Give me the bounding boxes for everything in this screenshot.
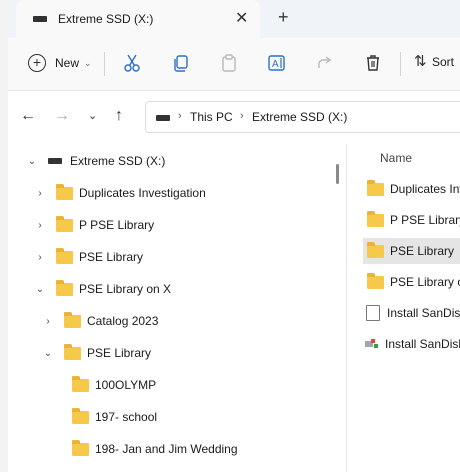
tree-item-pse-library-nested[interactable]: ⌄ PSE Library <box>40 339 151 367</box>
forward-arrow-icon[interactable]: → <box>54 107 70 125</box>
file-item-label: Install SanDisk <box>385 337 460 351</box>
tree-item-label: PSE Library <box>87 346 152 360</box>
tree-item-pse-library-on-x[interactable]: ⌄ PSE Library on X <box>32 275 171 303</box>
background-window-edge <box>0 0 8 472</box>
folder-icon <box>72 375 89 392</box>
drive-icon <box>156 115 170 121</box>
chevron-right-icon[interactable]: › <box>32 188 48 199</box>
tree-item-label: P PSE Library <box>79 218 155 232</box>
file-list-pane: Name Duplicates Inv P PSE Library PSE Li… <box>347 144 460 472</box>
file-item-label: PSE Library <box>390 244 455 258</box>
new-button[interactable]: + New ⌄ <box>28 52 92 74</box>
file-item-label: PSE Library or <box>390 275 460 289</box>
tree-item-pse-library[interactable]: › PSE Library <box>32 243 143 271</box>
back-arrow-icon[interactable]: ← <box>20 107 36 125</box>
tab-extreme-ssd[interactable]: Extreme SSD (X:) ✕ <box>16 0 260 38</box>
breadcrumb-extreme-ssd[interactable]: Extreme SSD (X:) <box>252 110 347 124</box>
folder-icon <box>56 279 73 296</box>
up-arrow-icon[interactable]: ↑ <box>115 107 123 125</box>
sort-button[interactable]: Sort <box>432 55 454 69</box>
column-header-name[interactable]: Name <box>380 151 412 165</box>
tree-item-p-pse-library[interactable]: › P PSE Library <box>32 211 154 239</box>
cut-icon[interactable] <box>122 53 142 73</box>
file-item-pse-library-on-x[interactable]: PSE Library or <box>363 269 460 295</box>
file-item-label: Install SanDisk <box>387 306 460 320</box>
tree-item-label: PSE Library <box>79 250 144 264</box>
share-icon[interactable] <box>315 53 335 73</box>
folder-icon <box>367 210 384 227</box>
application-icon <box>365 339 379 349</box>
copy-icon[interactable] <box>171 53 191 73</box>
tree-item-label: 198- Jan and Jim Wedding <box>95 442 238 456</box>
close-tab-icon[interactable]: ✕ <box>235 8 248 28</box>
chevron-right-icon[interactable]: › <box>32 220 48 231</box>
scrollbar-thumb[interactable] <box>336 164 339 184</box>
new-button-label: New <box>55 56 80 70</box>
rename-icon[interactable]: A <box>267 53 287 73</box>
tab-bar: Extreme SSD (X:) ✕ + <box>8 0 460 38</box>
chevron-right-icon[interactable]: › <box>32 252 48 263</box>
breadcrumb-this-pc[interactable]: This PC <box>190 110 233 124</box>
drive-icon <box>48 158 62 164</box>
document-icon <box>366 305 380 321</box>
chevron-down-icon[interactable]: ⌄ <box>32 284 48 295</box>
address-bar[interactable]: › This PC › Extreme SSD (X:) <box>145 101 460 133</box>
svg-text:A: A <box>272 59 279 70</box>
folder-icon <box>64 311 81 328</box>
folder-icon <box>367 179 384 196</box>
tree-item-catalog-2023[interactable]: › Catalog 2023 <box>40 307 158 335</box>
file-item-label: Duplicates Inv <box>390 182 460 196</box>
delete-icon[interactable] <box>363 53 383 73</box>
file-item-duplicates[interactable]: Duplicates Inv <box>363 176 460 202</box>
file-item-pse-library[interactable]: PSE Library <box>363 238 460 264</box>
chevron-down-icon[interactable]: ⌄ <box>40 348 56 359</box>
chevron-down-icon[interactable]: ⌄ <box>24 156 40 167</box>
navigation-pane: ⌄ Extreme SSD (X:) › Duplicates Investig… <box>8 144 339 472</box>
command-bar: + New ⌄ A ⇅ Sort <box>8 38 460 90</box>
tree-item-label: 100OLYMP <box>95 378 157 392</box>
tree-item-label: 197- school <box>95 410 158 424</box>
tree-item-label: PSE Library on X <box>79 282 172 296</box>
folder-icon <box>367 272 384 289</box>
plus-icon: + <box>28 54 46 72</box>
chevron-right-icon[interactable]: › <box>40 316 56 327</box>
new-tab-button[interactable]: + <box>278 7 289 28</box>
folder-icon <box>56 183 73 200</box>
tree-item-extreme-ssd[interactable]: ⌄ Extreme SSD (X:) <box>24 147 166 175</box>
tree-item-197-school[interactable]: 197- school <box>72 403 157 431</box>
chevron-down-icon: ⌄ <box>84 57 92 68</box>
navigation-bar: ← → ⌄ ↑ › This PC › Extreme SSD (X:) <box>8 90 460 145</box>
tree-item-198-jan-and-jim-wedding[interactable]: 198- Jan and Jim Wedding <box>72 435 238 463</box>
tree-item-label: Extreme SSD (X:) <box>70 154 166 168</box>
sort-icon: ⇅ <box>414 53 427 70</box>
tree-item-label: Catalog 2023 <box>87 314 159 328</box>
folder-icon <box>56 215 73 232</box>
breadcrumb-separator: › <box>240 110 244 122</box>
toolbar-divider <box>400 52 401 76</box>
tree-item-100olymp[interactable]: 100OLYMP <box>72 371 156 399</box>
file-item-install-sandisk-app[interactable]: Install SanDisk <box>363 331 460 357</box>
file-item-label: P PSE Library <box>390 213 460 227</box>
tree-item-label: Duplicates Investigation <box>79 186 206 200</box>
folder-icon <box>64 343 81 360</box>
folder-icon <box>72 439 89 456</box>
file-item-p-pse-library[interactable]: P PSE Library <box>363 207 460 233</box>
toolbar-divider <box>104 52 105 76</box>
tab-title: Extreme SSD (X:) <box>58 12 154 26</box>
tree-item-duplicates-investigation[interactable]: › Duplicates Investigation <box>32 179 206 207</box>
folder-icon <box>367 241 384 258</box>
paste-icon[interactable] <box>219 53 239 73</box>
recent-locations-chevron-icon[interactable]: ⌄ <box>88 109 97 122</box>
folder-icon <box>56 247 73 264</box>
breadcrumb-separator: › <box>178 110 182 122</box>
folder-icon <box>72 407 89 424</box>
drive-icon <box>33 16 47 22</box>
file-item-install-sandisk-doc[interactable]: Install SanDisk <box>363 300 460 326</box>
